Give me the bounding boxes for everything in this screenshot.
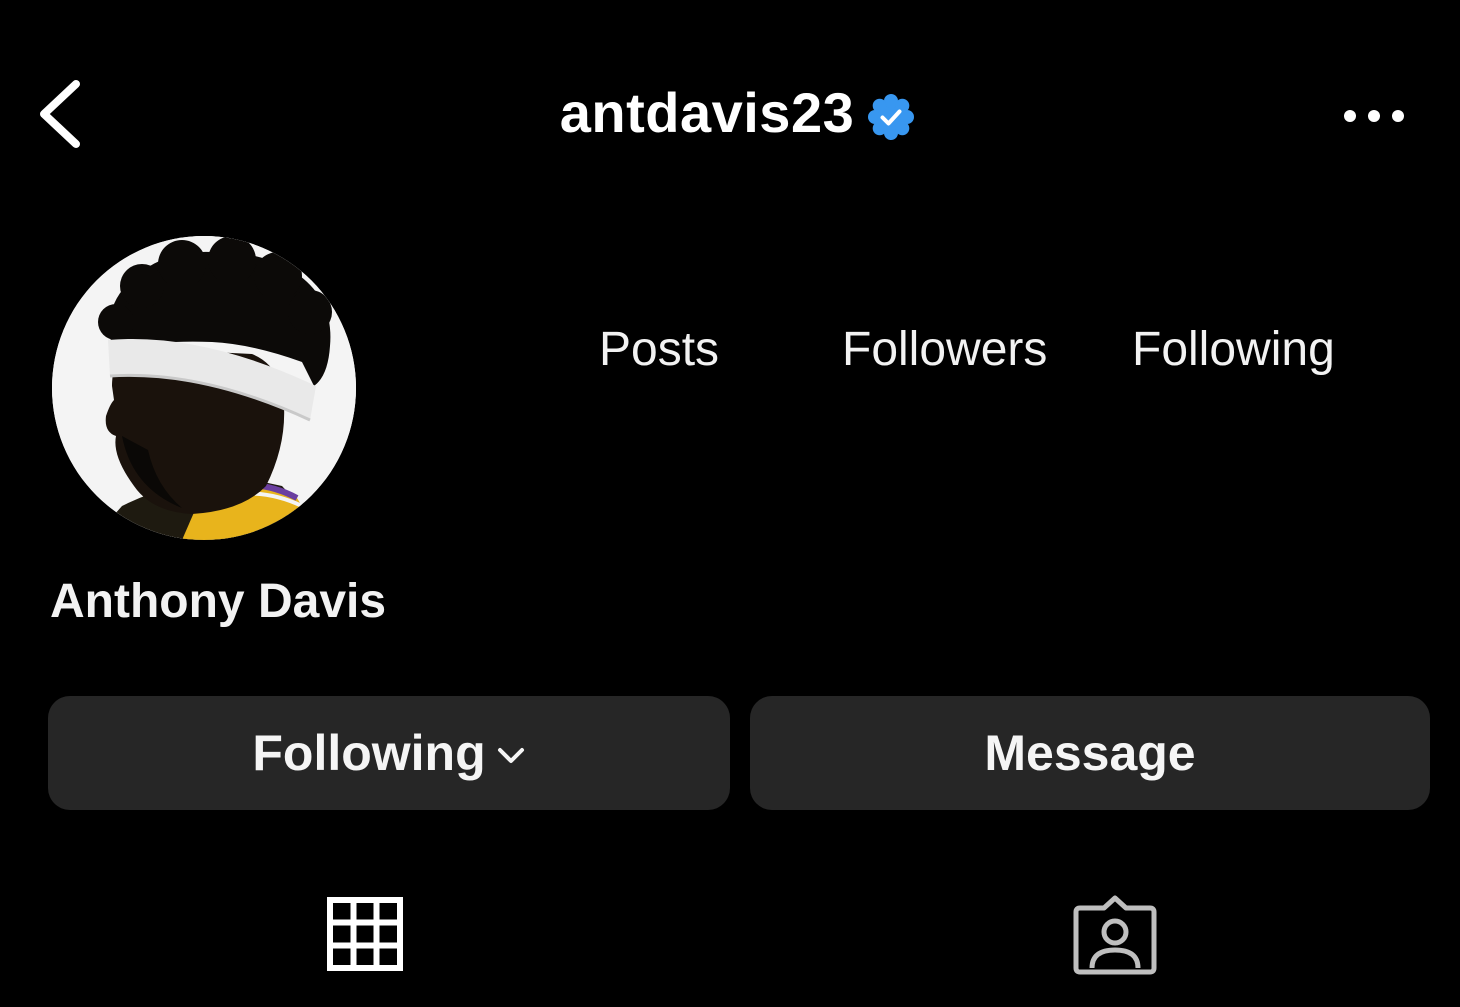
following-button-label: Following (252, 725, 486, 781)
tab-tagged[interactable] (1072, 892, 1158, 976)
profile-photo (52, 236, 356, 540)
grid-icon (327, 897, 403, 971)
more-horizontal-icon (1344, 110, 1404, 122)
followers-stat-label[interactable]: Followers (842, 320, 1047, 380)
message-button-label: Message (984, 725, 1196, 781)
tagged-person-icon (1073, 895, 1157, 975)
tab-posts-grid[interactable] (326, 896, 404, 972)
chevron-down-icon (497, 748, 524, 763)
posts-stat-label[interactable]: Posts (599, 320, 719, 380)
avatar[interactable] (52, 236, 356, 540)
profile-header: antdavis23 (0, 78, 1460, 148)
more-options-button[interactable] (1336, 96, 1412, 136)
following-button[interactable]: Following (48, 696, 730, 810)
verified-badge-icon (868, 94, 915, 140)
display-name: Anthony Davis (50, 575, 387, 628)
message-button[interactable]: Message (750, 696, 1430, 810)
username: antdavis23 (559, 81, 855, 144)
following-stat-label[interactable]: Following (1132, 320, 1335, 380)
